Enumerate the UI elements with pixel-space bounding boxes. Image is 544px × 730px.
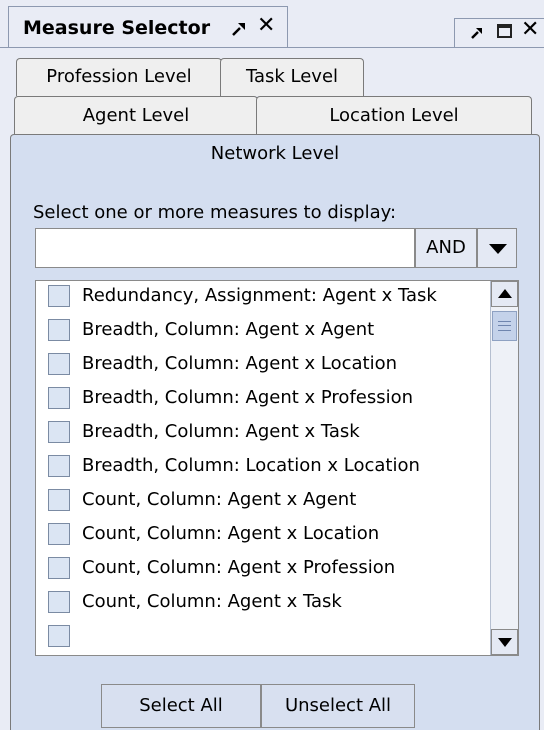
scroll-down-icon[interactable] (491, 629, 518, 655)
checkbox[interactable] (48, 455, 70, 477)
pin-icon[interactable] (469, 23, 487, 41)
list-item[interactable]: Count, Column: Agent x Agent (36, 485, 486, 519)
list-item[interactable]: Redundancy, Assignment: Agent x Task (36, 281, 486, 315)
list-item[interactable]: Count, Column: Agent x Profession (36, 553, 486, 587)
list-item[interactable]: Count, Column: Agent x Task (36, 587, 486, 621)
chevron-down-icon[interactable] (477, 228, 517, 268)
tab-agent-level[interactable]: Agent Level (14, 96, 258, 136)
tab-profession-level[interactable]: Profession Level (16, 58, 222, 96)
window-controls: ✕ (454, 17, 544, 48)
list-item-label: Count, Column: Agent x Profession (82, 557, 396, 578)
list-item[interactable]: Breadth, Column: Agent x Location (36, 349, 486, 383)
list-item-label: Count, Column: Agent x Task (82, 591, 342, 612)
measure-search-input[interactable] (35, 228, 415, 268)
close-icon[interactable]: ✕ (257, 15, 279, 37)
scroll-thumb[interactable] (492, 311, 517, 341)
window-title: Measure Selector (23, 17, 211, 39)
checkbox[interactable] (48, 421, 70, 443)
list-item-label: Breadth, Column: Agent x Profession (82, 387, 414, 408)
list-item-label: Breadth, Column: Agent x Agent (82, 319, 375, 340)
checkbox[interactable] (48, 319, 70, 341)
checkbox[interactable] (48, 387, 70, 409)
checkbox[interactable] (48, 353, 70, 375)
tab-label: Task Level (245, 66, 339, 87)
list-item-label: Redundancy, Assignment: Agent x Task (82, 285, 437, 306)
tab-task-level[interactable]: Task Level (220, 58, 364, 96)
select-all-button[interactable]: Select All (101, 684, 261, 728)
list-item-label: Count, Column: Agent x Agent (82, 489, 357, 510)
checkbox[interactable] (48, 625, 70, 647)
checkbox[interactable] (48, 285, 70, 307)
list-item[interactable]: Breadth, Column: Agent x Agent (36, 315, 486, 349)
pin-icon[interactable] (229, 17, 251, 39)
list-item-label: Breadth, Column: Location x Location (82, 455, 420, 476)
network-level-panel: Select one or more measures to display: … (10, 172, 540, 730)
list-item[interactable]: Breadth, Column: Location x Location (36, 451, 486, 485)
list-item[interactable]: Breadth, Column: Agent x Profession (36, 383, 486, 417)
tab-label: Agent Level (82, 105, 190, 126)
measures-list[interactable]: Redundancy, Assignment: Agent x Task Bre… (35, 280, 519, 656)
title-tab[interactable]: Measure Selector ✕ (8, 6, 288, 48)
tab-location-level[interactable]: Location Level (256, 96, 532, 136)
checkbox[interactable] (48, 591, 70, 613)
measures-prompt: Select one or more measures to display: (33, 202, 397, 223)
unselect-all-button[interactable]: Unselect All (261, 684, 415, 728)
divider (0, 47, 544, 48)
tab-label: Profession Level (46, 66, 192, 87)
title-bar: Measure Selector ✕ ✕ (0, 0, 544, 48)
maximize-icon[interactable] (497, 24, 512, 38)
list-item-label: Breadth, Column: Agent x Location (82, 353, 398, 374)
list-item[interactable]: Count, Column: Agent x Location (36, 519, 486, 553)
list-item-label: Count, Column: Agent x Location (82, 523, 380, 544)
scroll-up-icon[interactable] (491, 281, 518, 307)
checkbox[interactable] (48, 523, 70, 545)
measure-selector-window: Measure Selector ✕ ✕ Profession Level Ta… (0, 0, 544, 730)
list-scrollbar[interactable] (490, 281, 518, 655)
list-item[interactable] (36, 621, 486, 655)
checkbox[interactable] (48, 557, 70, 579)
tab-network-level[interactable]: Network Level (10, 134, 540, 174)
list-item-label: Breadth, Column: Agent x Task (82, 421, 360, 442)
logic-operator-select[interactable]: AND (415, 228, 477, 268)
tab-label: Network Level (210, 143, 340, 164)
checkbox[interactable] (48, 489, 70, 511)
tab-label: Location Level (329, 105, 459, 126)
close-icon[interactable]: ✕ (521, 17, 539, 42)
list-item[interactable]: Breadth, Column: Agent x Task (36, 417, 486, 451)
